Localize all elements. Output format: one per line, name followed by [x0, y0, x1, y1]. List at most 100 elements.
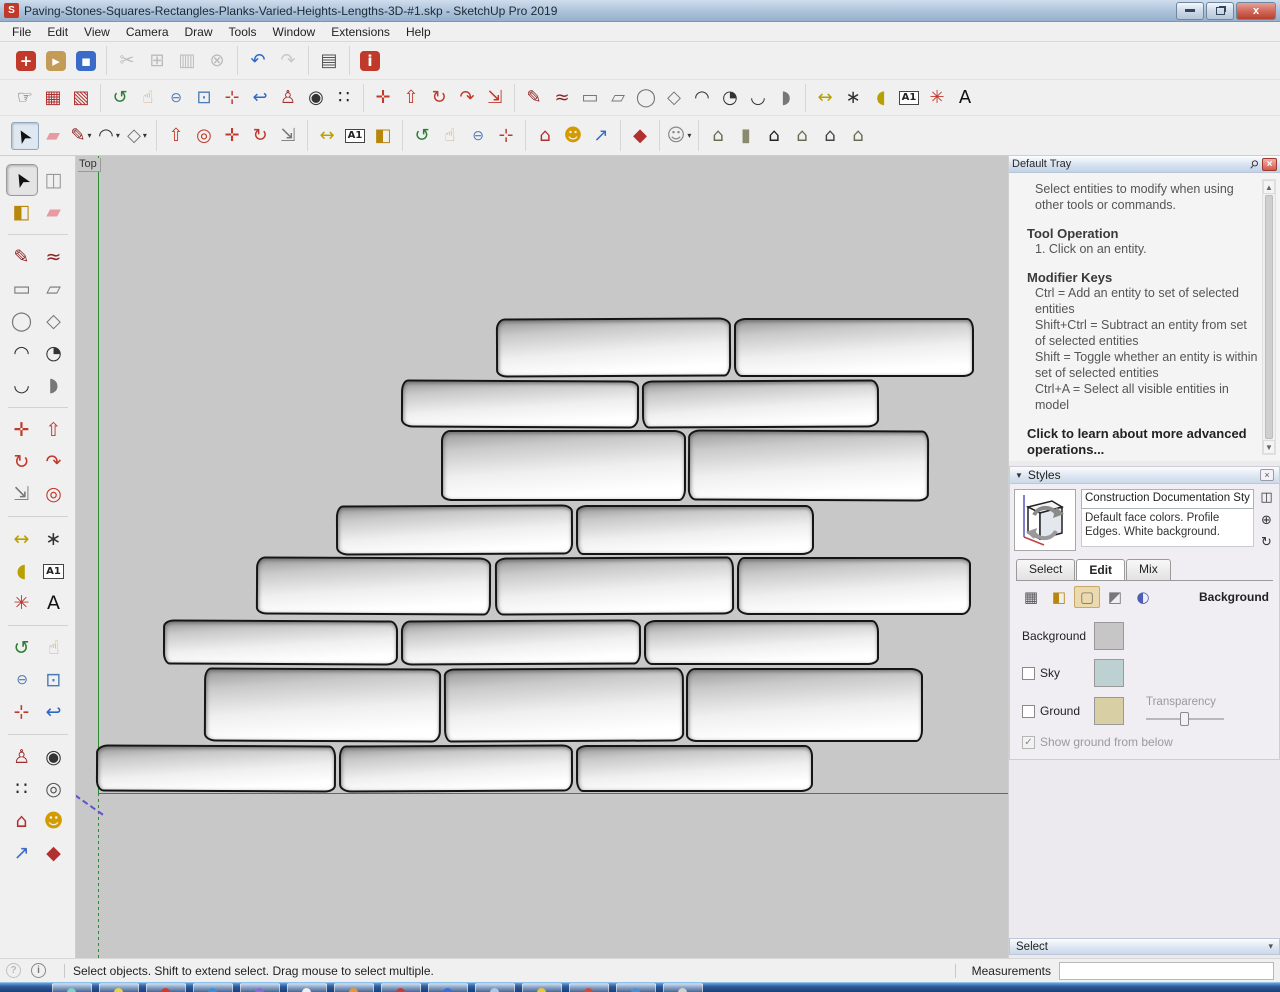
zoom-tool[interactable]: ⊘: [162, 84, 190, 112]
instructor-scrollbar[interactable]: ▲ ▼: [1262, 179, 1276, 455]
eraser-tool[interactable]: ▰: [39, 122, 67, 150]
sky-color-swatch[interactable]: [1094, 659, 1124, 687]
rotate-tool[interactable]: ↻: [6, 446, 38, 478]
menu-extensions[interactable]: Extensions: [323, 23, 398, 41]
look-around-tool[interactable]: ◉: [38, 741, 70, 773]
select-curve-tool[interactable]: ☞: [11, 84, 39, 112]
push-pull-tool[interactable]: ⇧: [38, 414, 70, 446]
protractor-tool[interactable]: ◖: [867, 84, 895, 112]
3d-warehouse-button[interactable]: ⌂: [6, 805, 38, 837]
arc-filled-tool[interactable]: ◗: [38, 369, 70, 401]
pan-tool[interactable]: ☝: [436, 122, 464, 150]
walk-tool[interactable]: ∷: [330, 84, 358, 112]
save-document-button[interactable]: ▪: [71, 46, 101, 76]
paving-plank[interactable]: [255, 556, 492, 616]
protractor-tool[interactable]: ◖: [6, 555, 38, 587]
freehand-tool[interactable]: ≈: [548, 84, 576, 112]
paving-plank[interactable]: [737, 557, 971, 615]
styles-panel-header[interactable]: ▼ Styles ×: [1010, 467, 1279, 484]
arc-3pt-tool[interactable]: ◡: [6, 369, 38, 401]
arc-tool[interactable]: ◠ ▾: [95, 122, 123, 150]
zoom-window-tool[interactable]: ⊡: [190, 84, 218, 112]
dimension-tool[interactable]: ∗: [839, 84, 867, 112]
position-camera-tool[interactable]: ♙: [274, 84, 302, 112]
component-door-button[interactable]: ▮: [732, 122, 760, 150]
paving-plank[interactable]: [641, 379, 880, 429]
scroll-up-arrow[interactable]: ▲: [1263, 180, 1275, 194]
style-description-field[interactable]: Default face colors. Profile Edges. Whit…: [1081, 509, 1254, 547]
tab-mix[interactable]: Mix: [1126, 559, 1171, 581]
menu-view[interactable]: View: [76, 23, 118, 41]
line-tool-dropdown-arrow[interactable]: ▾: [88, 131, 92, 140]
taskbar-button[interactable]: [381, 983, 421, 992]
menu-tools[interactable]: Tools: [221, 23, 265, 41]
taskbar-button[interactable]: [52, 983, 92, 992]
menu-window[interactable]: Window: [265, 23, 324, 41]
orbit-tool[interactable]: ↺: [6, 632, 38, 664]
follow-me-tool[interactable]: ↷: [453, 84, 481, 112]
scrollbar-thumb[interactable]: [1265, 195, 1273, 439]
open-document-button[interactable]: ▸: [41, 46, 71, 76]
info-icon[interactable]: i: [31, 963, 46, 978]
rotate-tool[interactable]: ↻: [425, 84, 453, 112]
edge-settings-icon[interactable]: ▦: [1018, 586, 1044, 608]
arc-tool-dropdown-arrow[interactable]: ▾: [116, 131, 120, 140]
taskbar-button[interactable]: [99, 983, 139, 992]
minimize-button[interactable]: [1176, 1, 1204, 20]
instructor-link[interactable]: Click to learn about more advanced opera…: [1027, 426, 1260, 458]
model-info-button[interactable]: i: [355, 46, 385, 76]
dimension-tool[interactable]: ∗: [38, 523, 70, 555]
paving-plank[interactable]: [441, 430, 686, 501]
arc-filled-tool[interactable]: ◗: [772, 84, 800, 112]
circle-tool[interactable]: ◯: [6, 305, 38, 337]
menu-file[interactable]: File: [4, 23, 39, 41]
arc-tool[interactable]: ◠: [688, 84, 716, 112]
collapse-arrow-icon[interactable]: ▼: [1015, 471, 1023, 480]
menu-camera[interactable]: Camera: [118, 23, 177, 41]
tab-select[interactable]: Select: [1016, 559, 1076, 581]
rectangle-tool[interactable]: ▭: [576, 84, 604, 112]
move-tool[interactable]: ✛: [218, 122, 246, 150]
push-pull-tool[interactable]: ⇧: [397, 84, 425, 112]
create-new-style-icon[interactable]: ⊕: [1261, 513, 1272, 528]
menu-edit[interactable]: Edit: [39, 23, 76, 41]
select-tool[interactable]: ➤: [11, 121, 39, 150]
expand-arrow-icon[interactable]: ▾: [1268, 941, 1273, 952]
move-tool[interactable]: ✛: [6, 414, 38, 446]
print-button[interactable]: ▤: [314, 46, 344, 76]
text-tool[interactable]: A1: [341, 122, 369, 150]
component-house-button[interactable]: ⌂: [704, 122, 732, 150]
push-pull-tool[interactable]: ⇧: [162, 122, 190, 150]
taskbar-button[interactable]: [522, 983, 562, 992]
rotated-rectangle-tool[interactable]: ▱: [604, 84, 632, 112]
axes-tool[interactable]: ✳: [6, 587, 38, 619]
orbit-tool[interactable]: ↺: [106, 84, 134, 112]
text-tool[interactable]: A1: [38, 555, 70, 587]
paving-plank[interactable]: [734, 318, 974, 377]
sign-in-button-dropdown-arrow[interactable]: ▾: [687, 131, 691, 140]
text-tool[interactable]: A1: [895, 84, 923, 112]
zoom-window-tool[interactable]: ⊡: [38, 664, 70, 696]
taskbar-button[interactable]: [146, 983, 186, 992]
extension-warehouse-button[interactable]: ☻: [38, 805, 70, 837]
close-button[interactable]: x: [1236, 1, 1276, 20]
measurements-input[interactable]: [1059, 961, 1274, 980]
make-component-tool[interactable]: ◫: [38, 164, 70, 196]
taskbar-button[interactable]: [193, 983, 233, 992]
background-settings-icon[interactable]: ▢: [1074, 586, 1100, 608]
scroll-down-arrow[interactable]: ▼: [1263, 440, 1275, 454]
style-name-field[interactable]: Construction Documentation Sty: [1081, 489, 1254, 509]
watermark-settings-icon[interactable]: ◩: [1102, 586, 1128, 608]
model-canvas[interactable]: Top: [76, 156, 1008, 958]
sign-in-button[interactable]: ☺ ▾: [665, 122, 693, 150]
paving-plank[interactable]: [203, 667, 442, 743]
paving-plank[interactable]: [335, 504, 574, 556]
taskbar-button[interactable]: [569, 983, 609, 992]
orbit-tool[interactable]: ↺: [408, 122, 436, 150]
offset-tool[interactable]: ◎: [190, 122, 218, 150]
paving-plank[interactable]: [495, 317, 732, 378]
taskbar-button[interactable]: [663, 983, 703, 992]
circle-tool[interactable]: ◯: [632, 84, 660, 112]
zoom-tool[interactable]: ⊘: [6, 664, 38, 696]
tape-measure-tool[interactable]: ↔: [6, 523, 38, 555]
